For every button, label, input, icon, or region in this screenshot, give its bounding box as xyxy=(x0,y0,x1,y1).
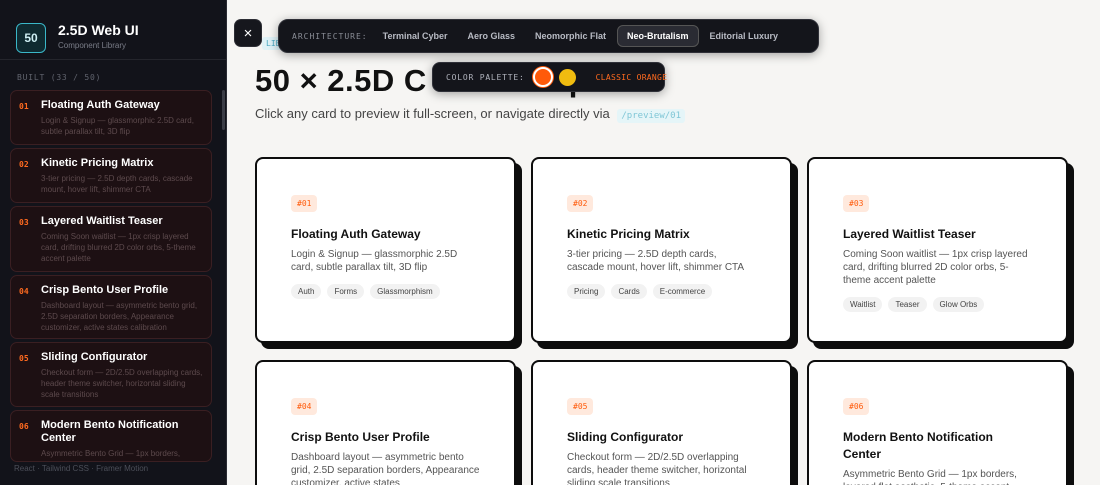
sidebar-item-desc: Checkout form — 2D/2.5D overlapping card… xyxy=(41,368,203,399)
sidebar-scrollbar[interactable] xyxy=(222,90,225,130)
card-tags: Waitlist Teaser Glow Orbs xyxy=(843,297,1032,312)
tech-stack-footer: React · Tailwind CSS · Framer Motion xyxy=(14,464,149,473)
palette-swatch-orange[interactable] xyxy=(532,67,553,87)
arch-option-terminal-cyber[interactable]: Terminal Cyber xyxy=(374,26,457,46)
architecture-label: ARCHITECTURE: xyxy=(292,31,368,41)
close-icon: × xyxy=(243,24,253,42)
card-title: Modern Bento Notification Center xyxy=(843,430,993,461)
page-title-visible: 50 × 2.5D C xyxy=(255,63,427,98)
sidebar-item-03[interactable]: 03 Layered Waitlist Teaser Coming Soon w… xyxy=(10,206,212,272)
tag: Auth xyxy=(291,284,322,299)
sidebar-item-desc: Dashboard layout — asymmetric bento grid… xyxy=(41,301,198,332)
sidebar-item-num: 03 xyxy=(19,218,29,227)
card-description: Login & Signup — glassmorphic 2.5D card,… xyxy=(291,249,458,273)
page-subtitle: Click any card to preview it full-screen… xyxy=(255,106,685,123)
component-card-05[interactable]: #05 Sliding Configurator Checkout form —… xyxy=(531,360,792,485)
card-title: Layered Waitlist Teaser xyxy=(843,227,976,241)
sidebar: 50 2.5D Web UI Component Library BUILT (… xyxy=(0,0,227,485)
sidebar-item-num: 02 xyxy=(19,160,29,169)
component-card-01[interactable]: #01 Floating Auth Gateway Login & Signup… xyxy=(255,157,516,343)
brand-header: 50 2.5D Web UI Component Library xyxy=(0,0,226,60)
card-description: Dashboard layout — asymmetric bento grid… xyxy=(291,452,480,485)
card-description: Coming Soon waitlist — 1px crisp layered… xyxy=(843,249,1028,286)
tag: Waitlist xyxy=(843,297,883,312)
arch-option-neo-brutalism[interactable]: Neo-Brutalism xyxy=(617,25,699,47)
color-palette-label: COLOR PALETTE: xyxy=(446,72,525,82)
brand-logo: 50 xyxy=(16,23,46,53)
sidebar-item-num: 06 xyxy=(19,422,29,431)
sidebar-item-title: Kinetic Pricing Matrix xyxy=(41,157,154,169)
sidebar-item-02[interactable]: 02 Kinetic Pricing Matrix 3-tier pricing… xyxy=(10,148,212,203)
card-number-badge: #05 xyxy=(567,398,594,415)
sidebar-item-06[interactable]: 06 Modern Bento Notification Center Asym… xyxy=(10,410,212,462)
card-number-badge: #02 xyxy=(567,195,594,212)
card-title: Kinetic Pricing Matrix xyxy=(567,227,690,241)
sidebar-item-num: 05 xyxy=(19,354,29,363)
card-title: Sliding Configurator xyxy=(567,430,683,444)
arch-option-neomorphic-flat[interactable]: Neomorphic Flat xyxy=(526,26,615,46)
sidebar-item-title: Crisp Bento User Profile xyxy=(41,284,169,296)
sidebar-item-desc: Coming Soon waitlist — 1px crisp layered… xyxy=(41,232,196,263)
sidebar-item-title: Sliding Configurator xyxy=(41,351,148,363)
card-title: Crisp Bento User Profile xyxy=(291,430,430,444)
built-count-label: BUILT (33 / 50) xyxy=(17,73,102,82)
sidebar-item-05[interactable]: 05 Sliding Configurator Checkout form — … xyxy=(10,342,212,407)
color-palette-switcher: COLOR PALETTE: CLASSIC ORANGE xyxy=(432,62,668,92)
card-description: 3-tier pricing — 2.5D depth cards, casca… xyxy=(567,249,745,273)
card-description: Asymmetric Bento Grid — 1px borders, lay… xyxy=(843,469,1017,485)
card-tags: Auth Forms Glassmorphism xyxy=(291,284,480,299)
sidebar-item-04[interactable]: 04 Crisp Bento User Profile Dashboard la… xyxy=(10,275,212,339)
close-button[interactable]: × xyxy=(235,20,261,46)
palette-swatch-yellow[interactable] xyxy=(558,68,576,86)
sidebar-item-desc: Asymmetric Bento Grid — 1px borders, xyxy=(41,449,181,458)
card-number-badge: #03 xyxy=(843,195,870,212)
preview-route-code: /preview/01 xyxy=(617,109,685,123)
sidebar-item-title: Floating Auth Gateway xyxy=(41,99,160,111)
card-number-badge: #01 xyxy=(291,195,318,212)
tag: Pricing xyxy=(567,284,606,299)
sidebar-item-num: 01 xyxy=(19,102,29,111)
component-card-02[interactable]: #02 Kinetic Pricing Matrix 3-tier pricin… xyxy=(531,157,792,343)
brand-title: 2.5D Web UI xyxy=(58,22,139,38)
component-card-04[interactable]: #04 Crisp Bento User Profile Dashboard l… xyxy=(255,360,516,485)
palette-name: CLASSIC ORANGE xyxy=(595,72,668,82)
tag: Glassmorphism xyxy=(370,284,440,299)
tag: Glow Orbs xyxy=(932,297,985,312)
component-card-03[interactable]: #03 Layered Waitlist Teaser Coming Soon … xyxy=(807,157,1068,343)
card-title: Floating Auth Gateway xyxy=(291,227,421,241)
architecture-switcher: ARCHITECTURE: Terminal Cyber Aero Glass … xyxy=(278,19,819,53)
card-description: Checkout form — 2D/2.5D overlapping card… xyxy=(567,452,747,485)
tag: E-commerce xyxy=(652,284,713,299)
brand-subtitle: Component Library xyxy=(58,41,127,50)
page-subtitle-text: Click any card to preview it full-screen… xyxy=(255,106,610,121)
sidebar-item-desc: Login & Signup — glassmorphic 2.5D card,… xyxy=(41,116,194,136)
sidebar-item-01[interactable]: 01 Floating Auth Gateway Login & Signup … xyxy=(10,90,212,145)
component-card-06[interactable]: #06 Modern Bento Notification Center Asy… xyxy=(807,360,1068,485)
card-number-badge: #04 xyxy=(291,398,318,415)
arch-option-aero-glass[interactable]: Aero Glass xyxy=(458,26,524,46)
tag: Cards xyxy=(611,284,647,299)
tag: Teaser xyxy=(888,297,927,312)
arch-option-editorial-luxury[interactable]: Editorial Luxury xyxy=(701,26,788,46)
card-tags: Pricing Cards E-commerce xyxy=(567,284,756,299)
sidebar-item-title: Layered Waitlist Teaser xyxy=(41,215,163,227)
sidebar-item-num: 04 xyxy=(19,287,29,296)
card-number-badge: #06 xyxy=(843,398,870,415)
sidebar-item-title: Modern Bento Notification Center xyxy=(41,419,179,444)
sidebar-item-desc: 3-tier pricing — 2.5D depth cards, casca… xyxy=(41,174,193,194)
tag: Forms xyxy=(327,284,365,299)
